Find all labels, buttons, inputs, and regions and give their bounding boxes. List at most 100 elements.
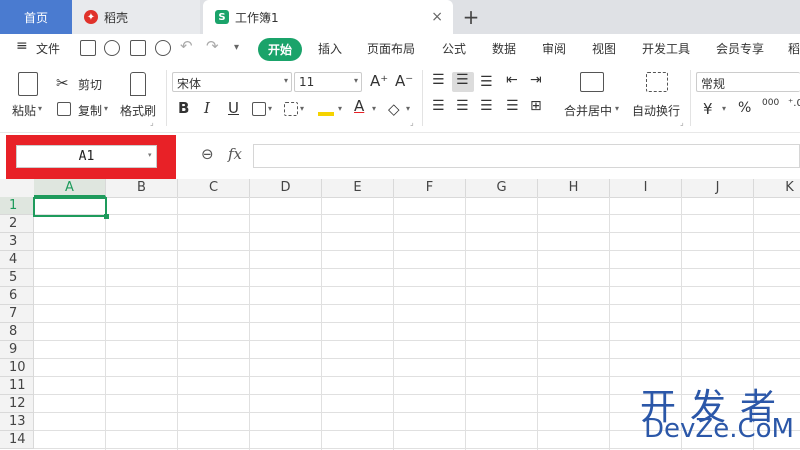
column-header-i[interactable]: I — [610, 179, 682, 197]
save-icon[interactable] — [80, 40, 96, 56]
fill-color-icon[interactable] — [318, 102, 334, 116]
tab-daoke[interactable]: ✦ 稻壳 — [72, 0, 200, 34]
column-header-j[interactable]: J — [682, 179, 754, 197]
row-header-9[interactable]: 9 — [0, 341, 34, 359]
paste-button[interactable]: 粘贴 — [12, 102, 36, 119]
row-header-10[interactable]: 10 — [0, 359, 34, 377]
name-box[interactable]: A1 — [16, 145, 157, 168]
column-header-c[interactable]: C — [178, 179, 250, 197]
justify-icon[interactable]: ☰ — [506, 98, 519, 114]
font-color-button[interactable]: A — [354, 97, 364, 115]
thousands-button[interactable]: 000 — [762, 98, 779, 108]
zoom-icon[interactable]: ⊖ — [201, 145, 214, 163]
new-tab-button[interactable]: + — [458, 4, 484, 30]
align-bottom-icon[interactable]: ☰ — [480, 74, 493, 90]
row-header-4[interactable]: 4 — [0, 251, 34, 269]
row-header-1[interactable]: 1 — [0, 197, 34, 215]
format-painter-button[interactable]: 格式刷 — [120, 102, 156, 119]
redo-icon[interactable]: ↷ — [206, 37, 219, 55]
increase-indent-icon[interactable]: ⇥ — [530, 72, 542, 88]
chevron-down-icon[interactable]: ▾ — [148, 151, 152, 159]
merge-center-button[interactable]: 合并居中 — [564, 102, 612, 119]
menu-review[interactable]: 审阅 — [542, 40, 566, 57]
align-middle-icon[interactable]: ☰ — [456, 72, 469, 88]
chevron-down-icon[interactable]: ▾ — [615, 104, 619, 113]
row-header-7[interactable]: 7 — [0, 305, 34, 323]
distribute-icon[interactable]: ⊞ — [530, 98, 542, 114]
currency-button[interactable]: ¥ — [703, 100, 713, 118]
italic-button[interactable]: I — [204, 99, 210, 117]
font-size-select[interactable]: 11 ▾ — [294, 72, 362, 92]
row-header-3[interactable]: 3 — [0, 233, 34, 251]
menu-start[interactable]: 开始 — [258, 38, 303, 61]
row-header-2[interactable]: 2 — [0, 215, 34, 233]
chevron-down-icon[interactable]: ▾ — [300, 104, 304, 113]
formula-input[interactable] — [253, 144, 800, 168]
column-header-d[interactable]: D — [250, 179, 322, 197]
cut-button[interactable]: 剪切 — [78, 76, 102, 93]
print-preview-icon[interactable] — [155, 40, 171, 56]
hamburger-icon[interactable]: ≡ — [16, 38, 28, 54]
fx-icon[interactable]: fx — [228, 145, 242, 163]
cell-style-icon[interactable] — [284, 102, 298, 116]
menu-daoke[interactable]: 稻 — [788, 40, 800, 57]
align-top-icon[interactable]: ☰ — [432, 72, 445, 88]
column-header-f[interactable]: F — [394, 179, 466, 197]
menu-file[interactable]: 文件 — [36, 40, 60, 57]
row-header-5[interactable]: 5 — [0, 269, 34, 287]
menu-page-layout[interactable]: 页面布局 — [367, 40, 415, 57]
column-header-a[interactable]: A — [34, 179, 106, 197]
column-header-e[interactable]: E — [322, 179, 394, 197]
paste-dropdown-icon[interactable]: ▾ — [38, 104, 42, 113]
export-icon[interactable] — [104, 40, 120, 56]
column-header-b[interactable]: B — [106, 179, 178, 197]
chevron-down-icon[interactable]: ▾ — [338, 104, 342, 113]
copy-dropdown-icon[interactable]: ▾ — [104, 104, 108, 113]
underline-button[interactable]: U — [228, 99, 239, 117]
eraser-icon[interactable]: ◇ — [388, 100, 400, 118]
active-cell[interactable] — [33, 197, 109, 219]
tab-workbook[interactable]: S 工作簿1 × — [203, 0, 453, 34]
font-launcher-icon[interactable]: ⌟ — [410, 118, 414, 127]
column-header-g[interactable]: G — [466, 179, 538, 197]
format-painter-icon[interactable] — [130, 72, 146, 96]
grow-font-icon[interactable]: A⁺ — [370, 72, 388, 90]
number-format-select[interactable]: 常规 — [696, 72, 800, 92]
undo-icon[interactable]: ↶ — [180, 37, 193, 55]
customize-quick-access-icon[interactable]: ▾ — [234, 42, 239, 53]
row-header-12[interactable]: 12 — [0, 395, 34, 413]
shrink-font-icon[interactable]: A⁻ — [395, 72, 413, 90]
clipboard-launcher-icon[interactable]: ⌟ — [150, 118, 154, 127]
menu-formulas[interactable]: 公式 — [442, 40, 466, 57]
decrease-indent-icon[interactable]: ⇤ — [506, 72, 518, 88]
bold-button[interactable]: B — [178, 99, 189, 117]
chevron-down-icon[interactable]: ▾ — [406, 104, 410, 113]
align-center-icon[interactable]: ☰ — [456, 98, 469, 114]
scissors-icon[interactable]: ✂ — [56, 74, 69, 92]
column-header-h[interactable]: H — [538, 179, 610, 197]
font-name-select[interactable]: 宋体 ▾ — [172, 72, 292, 92]
chevron-down-icon[interactable]: ▾ — [372, 104, 376, 113]
wrap-text-button[interactable]: 自动换行 — [632, 102, 680, 119]
tab-home[interactable]: 首页 — [0, 0, 72, 34]
alignment-launcher-icon[interactable]: ⌟ — [680, 118, 684, 127]
chevron-down-icon[interactable]: ▾ — [268, 104, 272, 113]
align-left-icon[interactable]: ☰ — [432, 98, 445, 114]
menu-developer[interactable]: 开发工具 — [642, 40, 690, 57]
row-header-14[interactable]: 14 — [0, 431, 34, 449]
percent-button[interactable]: % — [738, 100, 751, 116]
menu-view[interactable]: 视图 — [592, 40, 616, 57]
menu-insert[interactable]: 插入 — [318, 40, 342, 57]
copy-button[interactable]: 复制 — [78, 102, 102, 119]
paste-icon[interactable] — [18, 72, 38, 96]
row-header-13[interactable]: 13 — [0, 413, 34, 431]
row-header-6[interactable]: 6 — [0, 287, 34, 305]
merge-center-icon[interactable] — [580, 72, 604, 92]
chevron-down-icon[interactable]: ▾ — [722, 104, 726, 113]
border-icon[interactable] — [252, 102, 266, 116]
increase-decimal-icon[interactable]: ⁺.0 — [788, 98, 800, 109]
print-icon[interactable] — [130, 40, 146, 56]
row-header-11[interactable]: 11 — [0, 377, 34, 395]
close-icon[interactable]: × — [431, 9, 443, 25]
copy-icon[interactable] — [57, 102, 71, 116]
